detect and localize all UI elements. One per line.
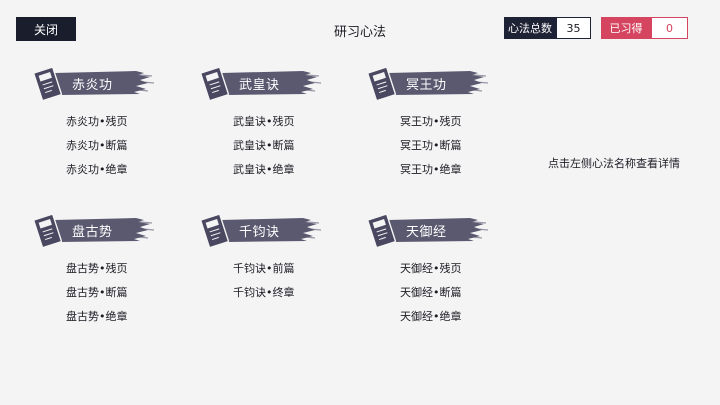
- skill-group-name[interactable]: 武皇诀: [239, 74, 280, 93]
- learned-count-label: 已习得: [601, 17, 651, 39]
- total-count-value: 35: [556, 17, 591, 39]
- skill-item[interactable]: 冥王功•残页: [400, 113, 462, 129]
- skill-item-list: 天御经•残页 天御经•断篇 天御经•绝章: [400, 260, 462, 332]
- skill-item-list: 冥王功•残页 冥王功•断篇 冥王功•绝章: [400, 113, 462, 185]
- skill-group-name[interactable]: 千钧诀: [239, 221, 280, 240]
- skill-group-name[interactable]: 盘古势: [72, 221, 113, 240]
- skill-item[interactable]: 千钧诀•终章: [233, 284, 295, 300]
- skill-item[interactable]: 赤炎功•绝章: [66, 161, 128, 177]
- skill-item-list: 盘古势•残页 盘古势•断篇 盘古势•绝章: [66, 260, 128, 332]
- skill-item[interactable]: 盘古势•断篇: [66, 284, 128, 300]
- skill-group-header[interactable]: 千钧诀: [199, 208, 321, 252]
- scroll-book-icon: [200, 66, 230, 102]
- skill-group-header[interactable]: 冥王功: [366, 61, 488, 105]
- learned-count-badge: 已习得 0: [601, 17, 688, 39]
- skill-item[interactable]: 武皇诀•断篇: [233, 137, 295, 153]
- skill-item[interactable]: 盘古势•绝章: [66, 308, 128, 324]
- skill-item[interactable]: 冥王功•断篇: [400, 137, 462, 153]
- skill-group: 千钧诀千钧诀•前篇 千钧诀•终章: [199, 208, 349, 299]
- skill-group-name[interactable]: 天御经: [406, 221, 447, 240]
- skill-item[interactable]: 天御经•断篇: [400, 284, 462, 300]
- skill-item[interactable]: 天御经•残页: [400, 260, 462, 276]
- skill-item-list: 武皇诀•残页 武皇诀•断篇 武皇诀•绝章: [233, 113, 295, 185]
- skill-group: 盘古势盘古势•残页 盘古势•断篇 盘古势•绝章: [32, 208, 182, 323]
- skill-item[interactable]: 武皇诀•绝章: [233, 161, 295, 177]
- skill-item[interactable]: 赤炎功•残页: [66, 113, 128, 129]
- skill-group-header[interactable]: 赤炎功: [32, 61, 154, 105]
- scroll-book-icon: [33, 66, 63, 102]
- skill-group-header[interactable]: 天御经: [366, 208, 488, 252]
- total-count-label: 心法总数: [504, 17, 556, 39]
- skill-item[interactable]: 天御经•绝章: [400, 308, 462, 324]
- skill-group: 冥王功冥王功•残页 冥王功•断篇 冥王功•绝章: [366, 61, 516, 176]
- skill-group-name[interactable]: 赤炎功: [72, 74, 113, 93]
- skill-item[interactable]: 冥王功•绝章: [400, 161, 462, 177]
- skill-group: 武皇诀武皇诀•残页 武皇诀•断篇 武皇诀•绝章: [199, 61, 349, 176]
- skill-group-header[interactable]: 盘古势: [32, 208, 154, 252]
- detail-hint: 点击左侧心法名称查看详情: [548, 157, 680, 170]
- scroll-book-icon: [33, 213, 63, 249]
- skill-item-list: 赤炎功•残页 赤炎功•断篇 赤炎功•绝章: [66, 113, 128, 185]
- skill-group: 赤炎功赤炎功•残页 赤炎功•断篇 赤炎功•绝章: [32, 61, 182, 176]
- total-count-badge: 心法总数 35: [504, 17, 591, 39]
- skill-group-name[interactable]: 冥王功: [406, 74, 447, 93]
- skill-item[interactable]: 武皇诀•残页: [233, 113, 295, 129]
- scroll-book-icon: [367, 66, 397, 102]
- scroll-book-icon: [200, 213, 230, 249]
- skill-group-header[interactable]: 武皇诀: [199, 61, 321, 105]
- learned-count-value: 0: [651, 17, 688, 39]
- scroll-book-icon: [367, 213, 397, 249]
- skill-item[interactable]: 赤炎功•断篇: [66, 137, 128, 153]
- skill-item[interactable]: 千钧诀•前篇: [233, 260, 295, 276]
- skill-item-list: 千钧诀•前篇 千钧诀•终章: [233, 260, 295, 308]
- skill-group: 天御经天御经•残页 天御经•断篇 天御经•绝章: [366, 208, 516, 323]
- skill-item[interactable]: 盘古势•残页: [66, 260, 128, 276]
